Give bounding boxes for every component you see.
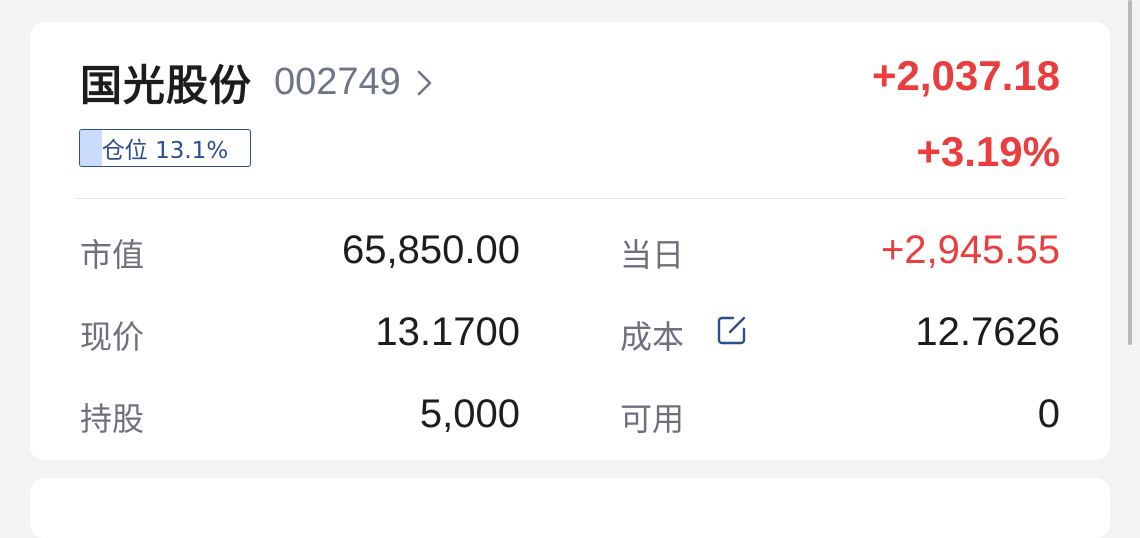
scrollbar[interactable] <box>1128 0 1132 345</box>
position-card[interactable]: 国光股份 002749 +2,037.18 +3.19% 仓位 13.1% 市值… <box>30 22 1110 460</box>
available-value: 0 <box>1037 392 1060 436</box>
stock-code: 002749 <box>274 61 401 103</box>
stock-name: 国光股份 <box>80 61 253 110</box>
market-value: 65,850.00 <box>342 228 520 272</box>
available-label: 可用 <box>620 401 685 437</box>
position-ratio-badge: 仓位 13.1% <box>79 129 251 167</box>
edit-icon[interactable] <box>716 314 748 346</box>
divider <box>74 198 1066 199</box>
chevron-right-icon <box>417 70 432 95</box>
market-value-label: 市值 <box>80 237 145 273</box>
profit-loss-amount: +2,037.18 <box>871 52 1060 99</box>
holdings-value: 5,000 <box>419 392 520 436</box>
next-card <box>30 478 1110 538</box>
today-pnl-value: +2,945.55 <box>880 228 1060 272</box>
cost-label: 成本 <box>620 319 685 355</box>
current-price-label: 现价 <box>80 319 145 355</box>
current-price-value: 13.1700 <box>375 310 520 354</box>
stock-header[interactable]: 国光股份 002749 <box>80 52 435 113</box>
position-ratio-label: 仓位 13.1% <box>101 138 229 164</box>
holdings-label: 持股 <box>80 401 145 437</box>
cost-value: 12.7626 <box>915 310 1060 354</box>
profit-loss-percent: +3.19% <box>916 128 1060 175</box>
today-pnl-label: 当日 <box>620 237 685 273</box>
